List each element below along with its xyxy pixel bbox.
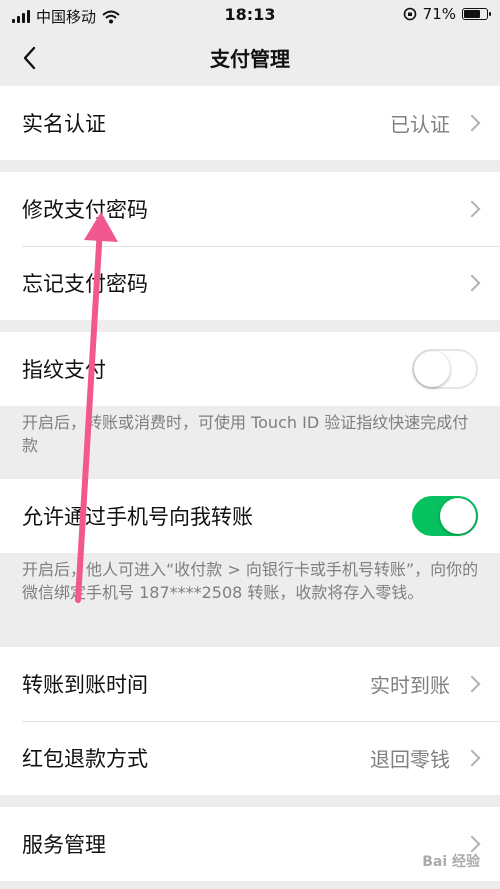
phone-transfer-toggle[interactable]	[412, 496, 478, 536]
chevron-right-icon	[463, 200, 481, 218]
transfer-time-label: 转账到账时间	[22, 673, 148, 697]
chevron-right-icon	[463, 749, 481, 767]
toggle-knob	[440, 498, 476, 534]
chevron-right-icon	[463, 114, 481, 132]
red-packet-refund-row[interactable]: 红包退款方式 退回零钱	[0, 721, 500, 795]
battery-percentage: 71%	[422, 5, 456, 23]
chevron-right-icon	[463, 675, 481, 693]
forgot-password-row[interactable]: 忘记支付密码	[0, 246, 500, 320]
fingerprint-toggle[interactable]	[412, 349, 478, 389]
phone-transfer-note: 开启后，他人可进入“收付款 > 向银行卡或手机号转账”，向你的微信绑定手机号 1…	[22, 560, 479, 602]
fingerprint-row: 指纹支付	[0, 332, 500, 406]
battery-fill	[464, 10, 480, 18]
service-management-label: 服务管理	[22, 833, 106, 857]
forgot-password-label: 忘记支付密码	[22, 272, 148, 296]
page-title: 支付管理	[210, 47, 290, 71]
toggle-knob	[414, 351, 450, 387]
red-packet-refund-label: 红包退款方式	[22, 747, 148, 771]
chevron-right-icon	[463, 835, 481, 853]
section-transfer-settings: 转账到账时间 实时到账 红包退款方式 退回零钱	[0, 647, 500, 795]
red-packet-refund-value: 退回零钱	[370, 747, 450, 772]
real-name-row[interactable]: 实名认证 已认证	[0, 86, 500, 160]
phone-transfer-label: 允许通过手机号向我转账	[22, 505, 253, 529]
fingerprint-note: 开启后，转账或消费时，可使用 Touch ID 验证指纹快速完成付款	[22, 413, 469, 455]
orientation-lock-icon	[403, 7, 416, 21]
status-right: 71%	[403, 5, 491, 23]
baidu-watermark: Bai 经验	[422, 854, 480, 870]
section-phone-transfer: 允许通过手机号向我转账	[0, 479, 500, 553]
section-password: 修改支付密码 忘记支付密码	[0, 172, 500, 320]
section-fingerprint: 指纹支付	[0, 332, 500, 406]
real-name-status: 已认证	[390, 112, 450, 137]
fingerprint-label: 指纹支付	[22, 358, 106, 382]
status-bar: 中国移动 18:13 71%	[0, 0, 500, 30]
phone-transfer-row: 允许通过手机号向我转账	[0, 479, 500, 553]
navigation-bar: 支付管理	[0, 30, 500, 86]
transfer-time-value: 实时到账	[370, 673, 450, 698]
battery-icon	[462, 8, 491, 20]
real-name-label: 实名认证	[22, 112, 106, 136]
chevron-right-icon	[463, 274, 481, 292]
change-password-row[interactable]: 修改支付密码	[0, 172, 500, 246]
change-password-label: 修改支付密码	[22, 198, 148, 222]
transfer-time-row[interactable]: 转账到账时间 实时到账	[0, 647, 500, 721]
section-identity: 实名认证 已认证	[0, 86, 500, 160]
